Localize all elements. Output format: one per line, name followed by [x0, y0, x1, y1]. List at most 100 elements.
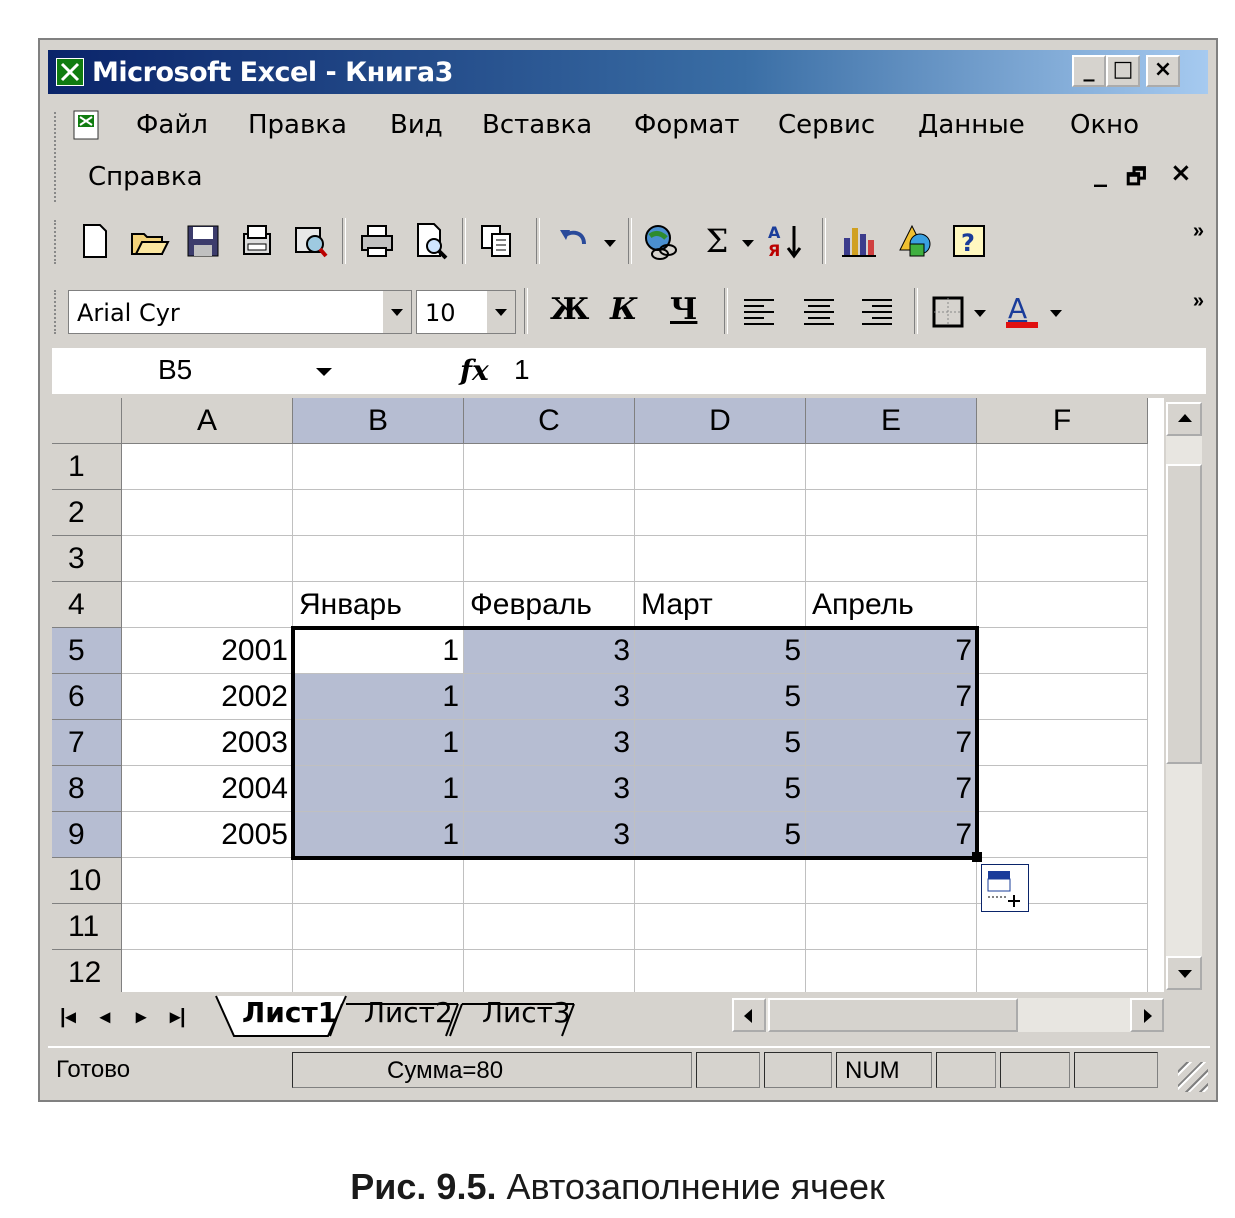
menu-edit[interactable]: Правка [248, 110, 347, 140]
cell-f12[interactable] [977, 950, 1148, 992]
menu-window[interactable]: Окно [1070, 110, 1139, 140]
cell-b7[interactable]: 1 [293, 720, 464, 766]
toolbar-grip[interactable] [54, 290, 60, 334]
menu-file[interactable]: Файл [136, 110, 208, 140]
borders-dropdown-icon[interactable] [968, 290, 992, 332]
row-header-10[interactable]: 10 [52, 858, 122, 904]
font-size-select[interactable]: 10 [416, 290, 516, 334]
minimize-button[interactable]: _ [1072, 55, 1106, 87]
column-header-f[interactable]: F [977, 398, 1148, 444]
autosum-dropdown-icon[interactable] [736, 220, 760, 262]
cell-a1[interactable] [122, 444, 293, 490]
cell-a12[interactable] [122, 950, 293, 992]
cell-d9[interactable]: 5 [635, 812, 806, 858]
toolbar-grip[interactable] [54, 220, 60, 264]
menu-view[interactable]: Вид [390, 110, 443, 140]
autosum-icon[interactable]: Σ [696, 220, 738, 262]
doc-restore-button[interactable]: 🗗 [1126, 160, 1147, 198]
row-header-11[interactable]: 11 [52, 904, 122, 950]
cell-e3[interactable] [806, 536, 977, 582]
align-right-icon[interactable] [856, 290, 898, 332]
cell-f4[interactable] [977, 582, 1148, 628]
cell-a9[interactable]: 2005 [122, 812, 293, 858]
cell-c8[interactable]: 3 [464, 766, 635, 812]
scroll-up-button[interactable] [1166, 402, 1202, 436]
chevron-down-icon[interactable] [383, 291, 411, 333]
new-icon[interactable] [74, 220, 116, 262]
cell-c10[interactable] [464, 858, 635, 904]
cell-d8[interactable]: 5 [635, 766, 806, 812]
worksheet-grid[interactable]: A B C D E F 1 2 3 4 Январь Февраль Март Апрель 5 2001 1 3… [52, 398, 1164, 992]
cell-f8[interactable] [977, 766, 1148, 812]
cell-c1[interactable] [464, 444, 635, 490]
cell-c9[interactable]: 3 [464, 812, 635, 858]
cell-b12[interactable] [293, 950, 464, 992]
prev-sheet-icon[interactable]: ◂ [100, 1004, 110, 1029]
row-header-6[interactable]: 6 [52, 674, 122, 720]
cell-e10[interactable] [806, 858, 977, 904]
toolbar-options-icon[interactable]: » [1193, 290, 1204, 313]
cell-e4[interactable]: Апрель [806, 582, 977, 628]
cell-b6[interactable]: 1 [293, 674, 464, 720]
cell-b8[interactable]: 1 [293, 766, 464, 812]
research-icon[interactable] [290, 220, 332, 262]
cell-e8[interactable]: 7 [806, 766, 977, 812]
row-header-1[interactable]: 1 [52, 444, 122, 490]
cell-c5[interactable]: 3 [464, 628, 635, 674]
column-header-c[interactable]: C [464, 398, 635, 444]
row-header-2[interactable]: 2 [52, 490, 122, 536]
cell-c7[interactable]: 3 [464, 720, 635, 766]
hyperlink-icon[interactable] [640, 220, 682, 262]
cell-d5[interactable]: 5 [635, 628, 806, 674]
cell-c4[interactable]: Февраль [464, 582, 635, 628]
help-icon[interactable]: ? [948, 220, 990, 262]
underline-button[interactable]: Ч [670, 292, 697, 327]
cell-d11[interactable] [635, 904, 806, 950]
permission-icon[interactable] [236, 220, 278, 262]
cell-b10[interactable] [293, 858, 464, 904]
cell-d12[interactable] [635, 950, 806, 992]
menu-help[interactable]: Справка [88, 162, 203, 192]
first-sheet-icon[interactable]: |◂ [60, 1004, 76, 1029]
cell-e9[interactable]: 7 [806, 812, 977, 858]
cell-f9[interactable] [977, 812, 1148, 858]
cell-b11[interactable] [293, 904, 464, 950]
select-all-button[interactable] [52, 398, 122, 444]
cell-c12[interactable] [464, 950, 635, 992]
sheet-tab-1[interactable]: Лист1 [242, 996, 337, 1034]
menu-insert[interactable]: Вставка [482, 110, 592, 140]
cell-a7[interactable]: 2003 [122, 720, 293, 766]
doc-minimize-button[interactable]: _ [1094, 158, 1107, 188]
cell-f7[interactable] [977, 720, 1148, 766]
doc-close-button[interactable]: × [1170, 158, 1192, 188]
column-header-d[interactable]: D [635, 398, 806, 444]
align-center-icon[interactable] [798, 290, 840, 332]
row-header-3[interactable]: 3 [52, 536, 122, 582]
vertical-scrollbar[interactable] [1166, 402, 1202, 990]
cell-d3[interactable] [635, 536, 806, 582]
cell-f6[interactable] [977, 674, 1148, 720]
toolbar-options-icon[interactable]: » [1193, 220, 1204, 243]
print-preview-icon[interactable] [410, 220, 452, 262]
cell-b4[interactable]: Январь [293, 582, 464, 628]
resize-grip-icon[interactable] [1178, 1062, 1208, 1092]
cell-b5[interactable]: 1 [293, 628, 464, 674]
cell-e7[interactable]: 7 [806, 720, 977, 766]
cell-d10[interactable] [635, 858, 806, 904]
cell-a4[interactable] [122, 582, 293, 628]
scroll-down-button[interactable] [1166, 956, 1202, 990]
title-bar[interactable]: Microsoft Excel - Книга3 _ □ × [48, 50, 1208, 94]
cell-f1[interactable] [977, 444, 1148, 490]
cell-e2[interactable] [806, 490, 977, 536]
cell-d6[interactable]: 5 [635, 674, 806, 720]
column-header-e[interactable]: E [806, 398, 977, 444]
horizontal-scrollbar[interactable] [732, 998, 1164, 1032]
cell-a10[interactable] [122, 858, 293, 904]
undo-dropdown-icon[interactable] [598, 220, 622, 262]
drawing-icon[interactable] [894, 220, 936, 262]
menu-format[interactable]: Формат [634, 110, 740, 140]
maximize-button[interactable]: □ [1106, 55, 1140, 87]
font-color-dropdown-icon[interactable] [1044, 290, 1068, 332]
cell-e12[interactable] [806, 950, 977, 992]
last-sheet-icon[interactable]: ▸| [170, 1004, 186, 1029]
